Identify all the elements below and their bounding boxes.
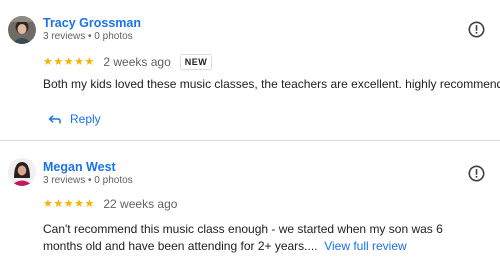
- star-icon: ★: [84, 197, 95, 210]
- review-card: Megan West 3 reviews • 0 photos ★ ★ ★ ★ …: [0, 141, 500, 258]
- star-icon: ★: [43, 197, 53, 210]
- star-icon: ★: [63, 197, 74, 210]
- star-rating: ★ ★ ★ ★ ★: [43, 197, 95, 210]
- new-badge: NEW: [179, 54, 213, 70]
- exclamation-circle-icon: [468, 21, 485, 38]
- reviewer-meta: 3 reviews • 0 photos: [43, 31, 133, 42]
- rating-line: ★ ★ ★ ★ ★ 2 weeks ago NEW: [43, 54, 213, 70]
- reply-label: Reply: [70, 112, 101, 126]
- star-icon: ★: [53, 55, 64, 68]
- star-icon: ★: [63, 55, 74, 68]
- review-date: 22 weeks ago: [103, 197, 178, 211]
- star-rating: ★ ★ ★ ★ ★: [43, 55, 95, 68]
- reply-button[interactable]: Reply: [48, 110, 101, 128]
- star-icon: ★: [74, 197, 84, 210]
- review-date: 2 weeks ago: [103, 55, 171, 69]
- review-options-button[interactable]: [468, 165, 485, 182]
- avatar[interactable]: [8, 16, 36, 44]
- star-icon: ★: [43, 55, 53, 68]
- reviewer-meta: 3 reviews • 0 photos: [43, 175, 133, 186]
- star-icon: ★: [53, 197, 64, 210]
- avatar-photo: [8, 158, 36, 186]
- rating-line: ★ ★ ★ ★ ★ 22 weeks ago: [43, 196, 177, 212]
- reply-arrow-icon: [48, 114, 61, 123]
- reviewer-name[interactable]: Megan West: [43, 160, 116, 174]
- avatar-photo: [8, 16, 36, 44]
- star-icon: ★: [74, 55, 84, 68]
- review-text: Can't recommend this music class enough …: [43, 221, 483, 255]
- review-options-button[interactable]: [468, 21, 485, 38]
- star-icon: ★: [84, 55, 95, 68]
- review-card: Tracy Grossman 3 reviews • 0 photos ★ ★ …: [0, 0, 500, 140]
- reviewer-name[interactable]: Tracy Grossman: [43, 16, 141, 30]
- avatar[interactable]: [8, 158, 36, 186]
- review-text: Both my kids loved these music classes, …: [43, 77, 500, 91]
- view-full-review-link[interactable]: View full review: [324, 239, 406, 253]
- exclamation-circle-icon: [468, 165, 485, 182]
